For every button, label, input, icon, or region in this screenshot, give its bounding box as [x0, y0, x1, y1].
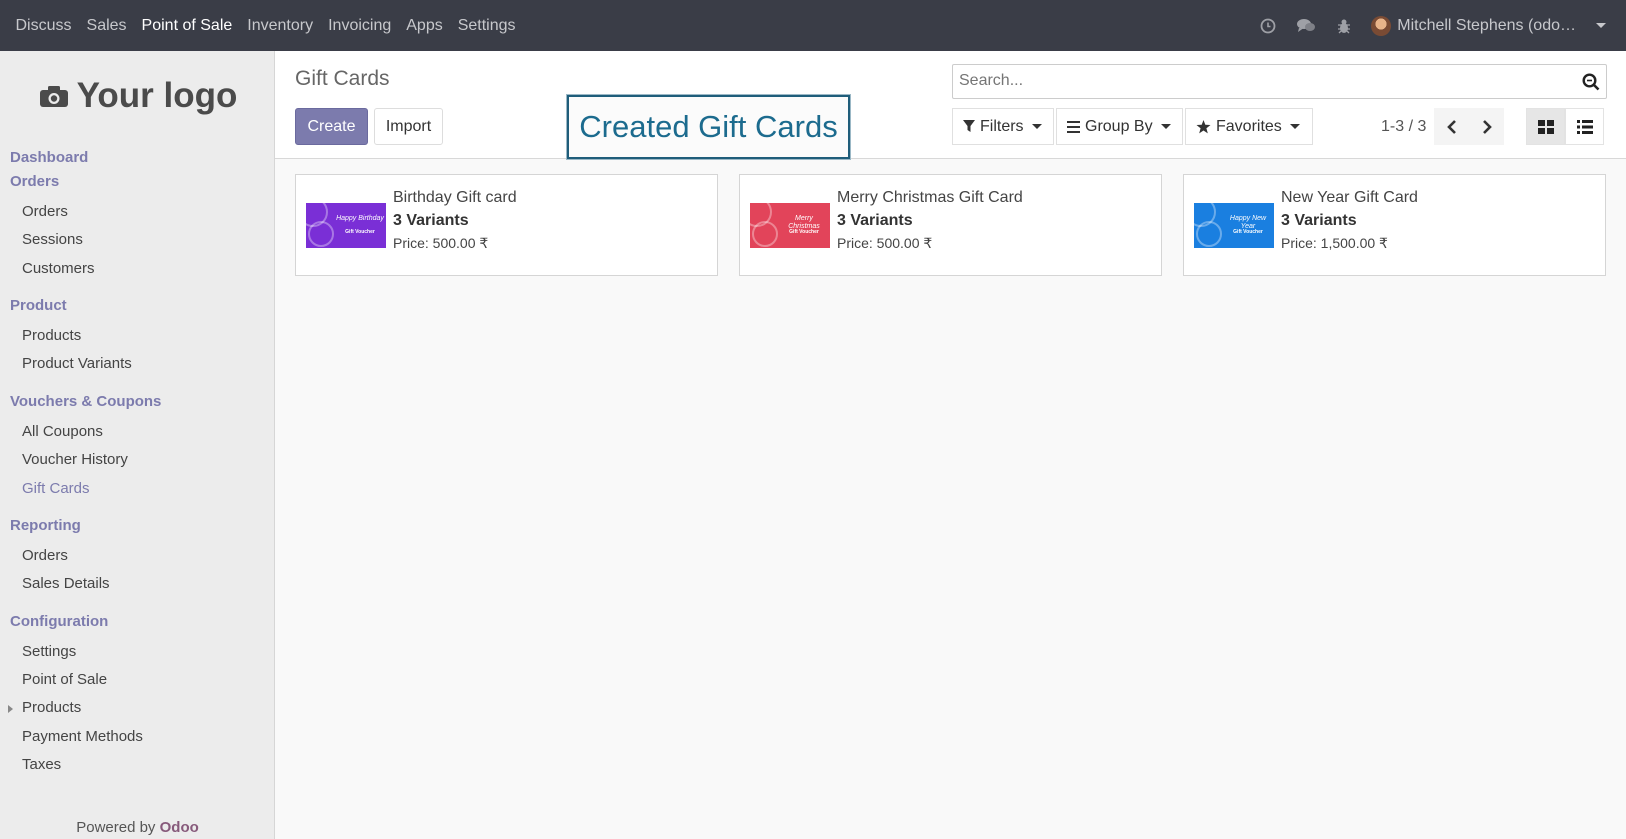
gift-card-image: Merry Christmas Gift Voucher	[750, 203, 830, 248]
create-button[interactable]: Create	[295, 108, 368, 145]
search-box	[952, 64, 1607, 99]
chevron-down-icon	[1160, 124, 1171, 129]
card-price: Price: 500.00 ₹	[393, 235, 489, 251]
thumb-title: Happy Birthday	[336, 215, 384, 222]
menu-invoicing[interactable]: Invoicing	[321, 17, 399, 35]
sidebar-item-report-orders[interactable]: Orders	[22, 547, 68, 564]
chat-icon[interactable]	[1295, 15, 1317, 37]
group-by-button[interactable]: Group By	[1056, 108, 1183, 145]
avatar	[1371, 15, 1392, 36]
thumb-subtitle: Gift Voucher	[345, 229, 375, 235]
powered-prefix: Powered by	[76, 819, 156, 836]
company-logo: Your logo	[28, 66, 248, 126]
sidebar-head-product[interactable]: Product	[10, 297, 67, 314]
list-icon	[1576, 119, 1593, 134]
filter-icon	[963, 120, 975, 132]
card-name: Merry Christmas Gift Card	[837, 189, 1023, 206]
bug-icon[interactable]	[1333, 15, 1355, 37]
search-input[interactable]	[953, 65, 1553, 97]
list-view-button[interactable]	[1565, 108, 1604, 145]
filters-button[interactable]: Filters	[952, 108, 1054, 145]
main-menu: Discuss Sales Point of Sale Inventory In…	[0, 17, 523, 35]
menu-sales[interactable]: Sales	[79, 17, 134, 35]
sidebar-item-all-coupons[interactable]: All Coupons	[22, 423, 103, 440]
sidebar-item-sales-details[interactable]: Sales Details	[22, 575, 110, 592]
sidebar-head-orders[interactable]: Orders	[10, 173, 59, 190]
search-icon[interactable]	[1582, 73, 1600, 91]
sidebar-item-dashboard[interactable]: Dashboard	[10, 149, 88, 166]
card-price: Price: 500.00 ₹	[837, 235, 933, 251]
page-title: Gift Cards	[295, 67, 390, 90]
sidebar-item-product-variants[interactable]: Product Variants	[22, 355, 132, 372]
user-menu[interactable]: Mitchell Stephens (odo…	[1371, 15, 1606, 36]
powered-by: Powered by Odoo	[0, 819, 275, 836]
card-variants: 3 Variants	[1281, 212, 1357, 229]
filters-label: Filters	[980, 117, 1024, 135]
kanban-grid-icon	[1537, 119, 1554, 134]
thumb-subtitle: Gift Voucher	[789, 229, 819, 235]
list-bars-icon	[1067, 120, 1080, 133]
powered-brand-link[interactable]: Odoo	[160, 819, 199, 836]
gift-card-image: Happy Birthday Gift Voucher	[306, 203, 386, 248]
caret-right-icon[interactable]	[8, 705, 13, 713]
sidebar-item-settings[interactable]: Settings	[22, 643, 76, 660]
sidebar-head-configuration[interactable]: Configuration	[10, 613, 108, 630]
menu-discuss[interactable]: Discuss	[8, 17, 79, 35]
chevron-right-icon	[1482, 119, 1492, 134]
sidebar-item-point-of-sale[interactable]: Point of Sale	[22, 671, 107, 688]
kanban-card[interactable]: Happy New Year Gift Voucher New Year Gif…	[1183, 174, 1606, 276]
card-name: Birthday Gift card	[393, 189, 517, 206]
sidebar-item-config-products[interactable]: Products	[22, 699, 81, 716]
pager-previous-button[interactable]	[1434, 108, 1469, 145]
favorites-button[interactable]: Favorites	[1185, 108, 1313, 145]
card-price: Price: 1,500.00 ₹	[1281, 235, 1388, 251]
camera-icon	[39, 86, 68, 107]
gift-card-image: Happy New Year Gift Voucher	[1194, 203, 1274, 248]
sidebar-item-products[interactable]: Products	[22, 327, 81, 344]
user-name: Mitchell Stephens (odo…	[1397, 16, 1576, 34]
card-variants: 3 Variants	[393, 212, 469, 229]
menu-inventory[interactable]: Inventory	[240, 17, 321, 35]
sidebar-item-taxes[interactable]: Taxes	[22, 756, 61, 773]
sidebar-item-payment-methods[interactable]: Payment Methods	[22, 728, 143, 745]
kanban-view-button[interactable]	[1526, 108, 1565, 145]
clock-icon[interactable]	[1257, 15, 1279, 37]
menu-apps[interactable]: Apps	[399, 17, 450, 35]
group-by-label: Group By	[1085, 117, 1153, 135]
pager-value[interactable]: 1-3 / 3	[1381, 118, 1426, 136]
annotation-callout: Created Gift Cards	[567, 95, 850, 159]
card-name: New Year Gift Card	[1281, 189, 1418, 206]
logo-text: Your logo	[76, 76, 238, 115]
sidebar-item-sessions[interactable]: Sessions	[22, 231, 83, 248]
sidebar-item-orders[interactable]: Orders	[22, 203, 68, 220]
sidebar-item-gift-cards[interactable]: Gift Cards	[22, 480, 90, 497]
chevron-left-icon	[1446, 119, 1456, 134]
menu-point-of-sale[interactable]: Point of Sale	[134, 17, 240, 35]
sidebar-item-voucher-history[interactable]: Voucher History	[22, 451, 128, 468]
menu-settings[interactable]: Settings	[450, 17, 523, 35]
thumb-subtitle: Gift Voucher	[1233, 229, 1263, 235]
import-button[interactable]: Import	[374, 108, 443, 145]
chevron-down-icon	[1031, 124, 1042, 129]
chevron-down-icon	[1596, 23, 1606, 28]
star-icon	[1196, 119, 1211, 133]
sidebar: Your logo Dashboard Orders Orders Sessio…	[0, 51, 275, 839]
card-variants: 3 Variants	[837, 212, 913, 229]
chevron-down-icon	[1289, 124, 1300, 129]
pager-next-button[interactable]	[1469, 108, 1504, 145]
sidebar-item-customers[interactable]: Customers	[22, 260, 95, 277]
kanban-card[interactable]: Happy Birthday Gift Voucher Birthday Gif…	[295, 174, 718, 276]
control-panel: Gift Cards Create Import Created Gift Ca…	[275, 51, 1626, 159]
sidebar-head-vouchers[interactable]: Vouchers & Coupons	[10, 393, 161, 410]
top-navbar: Discuss Sales Point of Sale Inventory In…	[0, 0, 1626, 51]
sidebar-head-reporting[interactable]: Reporting	[10, 517, 81, 534]
kanban-card[interactable]: Merry Christmas Gift Voucher Merry Chris…	[739, 174, 1162, 276]
systray: Mitchell Stephens (odo…	[1257, 0, 1606, 51]
favorites-label: Favorites	[1216, 117, 1282, 135]
